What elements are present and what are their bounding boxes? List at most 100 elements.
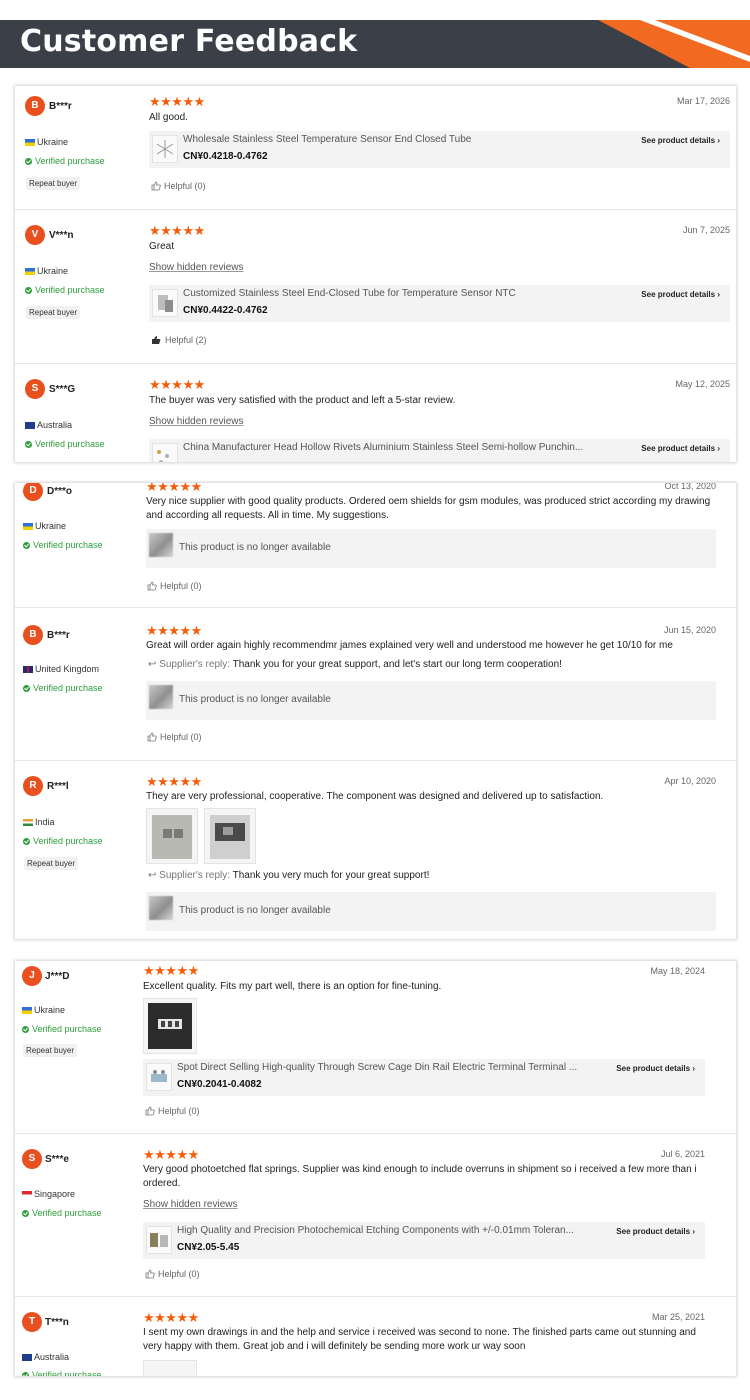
review-date: Oct 13, 2020 bbox=[664, 483, 716, 491]
reviewer-country: Ukraine bbox=[25, 266, 68, 276]
review-item: B B***r Ukraine Verified purchase Repeat… bbox=[15, 86, 736, 211]
thumbs-up-icon bbox=[152, 336, 161, 344]
thumbs-up-icon bbox=[147, 732, 157, 742]
flag-icon bbox=[23, 665, 33, 673]
rating-stars: ★★★★★ bbox=[143, 1310, 199, 1325]
check-circle-icon bbox=[25, 286, 32, 294]
product-price: CN¥0.4218-0.4762 bbox=[183, 151, 268, 162]
reviewer-name: T***n bbox=[45, 1317, 69, 1328]
product-name: Wholesale Stainless Steel Temperature Se… bbox=[183, 134, 472, 145]
unavailable-product-card: This product is no longer available bbox=[146, 529, 716, 568]
review-date: May 12, 2025 bbox=[675, 379, 730, 389]
verified-purchase: Verified purchase bbox=[23, 540, 103, 550]
check-circle-icon bbox=[22, 1209, 29, 1217]
avatar: T bbox=[22, 1312, 42, 1332]
product-card[interactable]: China Manufacturer Head Hollow Rivets Al… bbox=[149, 439, 730, 462]
reviewer-name: B***r bbox=[49, 101, 72, 112]
repeat-buyer-badge: Repeat buyer bbox=[24, 857, 79, 870]
product-card[interactable]: Customized Stainless Steel End-Closed Tu… bbox=[149, 285, 730, 322]
reviewer-name: B***r bbox=[47, 630, 70, 641]
avatar: D bbox=[23, 483, 43, 501]
review-date: Mar 25, 2021 bbox=[651, 1312, 705, 1322]
review-text: The buyer was very satisfied with the pr… bbox=[149, 395, 456, 406]
product-price: CN¥2.05-5.45 bbox=[177, 1242, 240, 1253]
product-card[interactable]: High Quality and Precision Photochemical… bbox=[143, 1222, 705, 1259]
rating-stars: ★★★★★ bbox=[146, 774, 202, 789]
product-thumbnail-blurred bbox=[149, 533, 173, 557]
check-circle-icon bbox=[25, 157, 32, 165]
reviewer-country: United Kingdom bbox=[23, 664, 99, 674]
see-product-details-link[interactable]: See product details › bbox=[641, 136, 720, 145]
rating-stars: ★★★★★ bbox=[146, 483, 202, 494]
product-card[interactable]: Wholesale Stainless Steel Temperature Se… bbox=[149, 131, 730, 168]
verified-purchase: Verified purchase bbox=[22, 1208, 102, 1218]
reviewer-name: S***G bbox=[49, 384, 76, 395]
product-thumbnail-blurred bbox=[149, 896, 173, 920]
rating-stars: ★★★★★ bbox=[149, 377, 205, 392]
see-product-details-link[interactable]: See product details › bbox=[616, 1227, 695, 1236]
reply-arrow-icon: ↩ bbox=[148, 659, 157, 670]
chevron-right-icon: › bbox=[717, 136, 720, 145]
review-text: All good. bbox=[149, 112, 188, 123]
check-circle-icon bbox=[22, 1025, 29, 1033]
chevron-right-icon: › bbox=[717, 444, 720, 453]
review-text: Great bbox=[149, 241, 175, 252]
helpful-button[interactable]: Helpful (0) bbox=[147, 732, 202, 742]
avatar: B bbox=[23, 625, 43, 645]
flag-icon bbox=[25, 138, 35, 146]
review-text: I sent my own drawings in and the help a… bbox=[143, 1327, 696, 1352]
verified-purchase: Verified purchase bbox=[25, 285, 105, 295]
divider bbox=[15, 209, 736, 210]
thumbs-up-icon bbox=[151, 181, 161, 191]
check-circle-icon bbox=[23, 684, 30, 692]
divider bbox=[15, 1133, 736, 1134]
verified-purchase: Verified purchase bbox=[25, 156, 105, 166]
thumbs-up-icon bbox=[145, 1269, 155, 1279]
supplier-reply: ↩ Supplier's reply: Thank you for your g… bbox=[148, 659, 562, 670]
show-hidden-reviews-link[interactable]: Show hidden reviews bbox=[149, 262, 244, 273]
product-thumbnail bbox=[146, 1226, 172, 1254]
review-text: Very nice supplier with good quality pro… bbox=[146, 496, 711, 521]
product-thumbnail bbox=[152, 135, 178, 163]
rivets-icon bbox=[157, 450, 169, 462]
verified-purchase: Verified purchase bbox=[22, 1370, 102, 1376]
see-product-details-link[interactable]: See product details › bbox=[616, 1064, 695, 1073]
terminal-photo bbox=[148, 1003, 192, 1049]
verified-purchase: Verified purchase bbox=[23, 836, 103, 846]
product-name: Spot Direct Selling High-quality Through… bbox=[177, 1062, 578, 1073]
show-hidden-reviews-link[interactable]: Show hidden reviews bbox=[149, 416, 244, 427]
product-thumbnail-blurred bbox=[149, 685, 173, 709]
show-hidden-reviews-link[interactable]: Show hidden reviews bbox=[143, 1199, 238, 1210]
product-card[interactable]: Spot Direct Selling High-quality Through… bbox=[143, 1059, 705, 1096]
avatar: S bbox=[22, 1149, 42, 1169]
review-photo[interactable] bbox=[146, 808, 198, 864]
helpful-button[interactable]: Helpful (0) bbox=[147, 581, 202, 591]
header-banner: Customer Feedback bbox=[0, 20, 750, 68]
review-date: Jun 15, 2020 bbox=[663, 625, 716, 635]
unavailable-product-card: This product is no longer available bbox=[146, 681, 716, 720]
thumbs-up-icon bbox=[147, 581, 157, 591]
product-thumbnail bbox=[146, 1063, 172, 1091]
helpful-button[interactable]: Helpful (0) bbox=[145, 1106, 200, 1116]
review-photo[interactable] bbox=[143, 1360, 197, 1376]
product-thumbnail bbox=[152, 443, 178, 462]
repeat-buyer-badge: Repeat buyer bbox=[26, 177, 81, 190]
review-photo[interactable] bbox=[143, 998, 197, 1054]
review-item: V V***n Ukraine Verified purchase Repeat… bbox=[15, 215, 736, 365]
helpful-button[interactable]: Helpful (0) bbox=[151, 181, 206, 191]
review-photo[interactable] bbox=[204, 808, 256, 864]
flag-icon bbox=[22, 1190, 32, 1198]
reply-arrow-icon: ↩ bbox=[148, 870, 157, 881]
rating-stars: ★★★★★ bbox=[143, 963, 199, 978]
chevron-right-icon: › bbox=[692, 1064, 695, 1073]
unavailable-text: This product is no longer available bbox=[179, 905, 331, 916]
reviewer-name: S***e bbox=[45, 1154, 69, 1165]
see-product-details-link[interactable]: See product details › bbox=[641, 290, 720, 299]
flag-icon bbox=[25, 267, 35, 275]
unavailable-text: This product is no longer available bbox=[179, 542, 331, 553]
flag-icon bbox=[22, 1006, 32, 1014]
helpful-button[interactable]: Helpful (2) bbox=[151, 335, 207, 345]
see-product-details-link[interactable]: See product details › bbox=[641, 444, 720, 453]
helpful-button[interactable]: Helpful (0) bbox=[145, 1269, 200, 1279]
flag-icon bbox=[23, 522, 33, 530]
